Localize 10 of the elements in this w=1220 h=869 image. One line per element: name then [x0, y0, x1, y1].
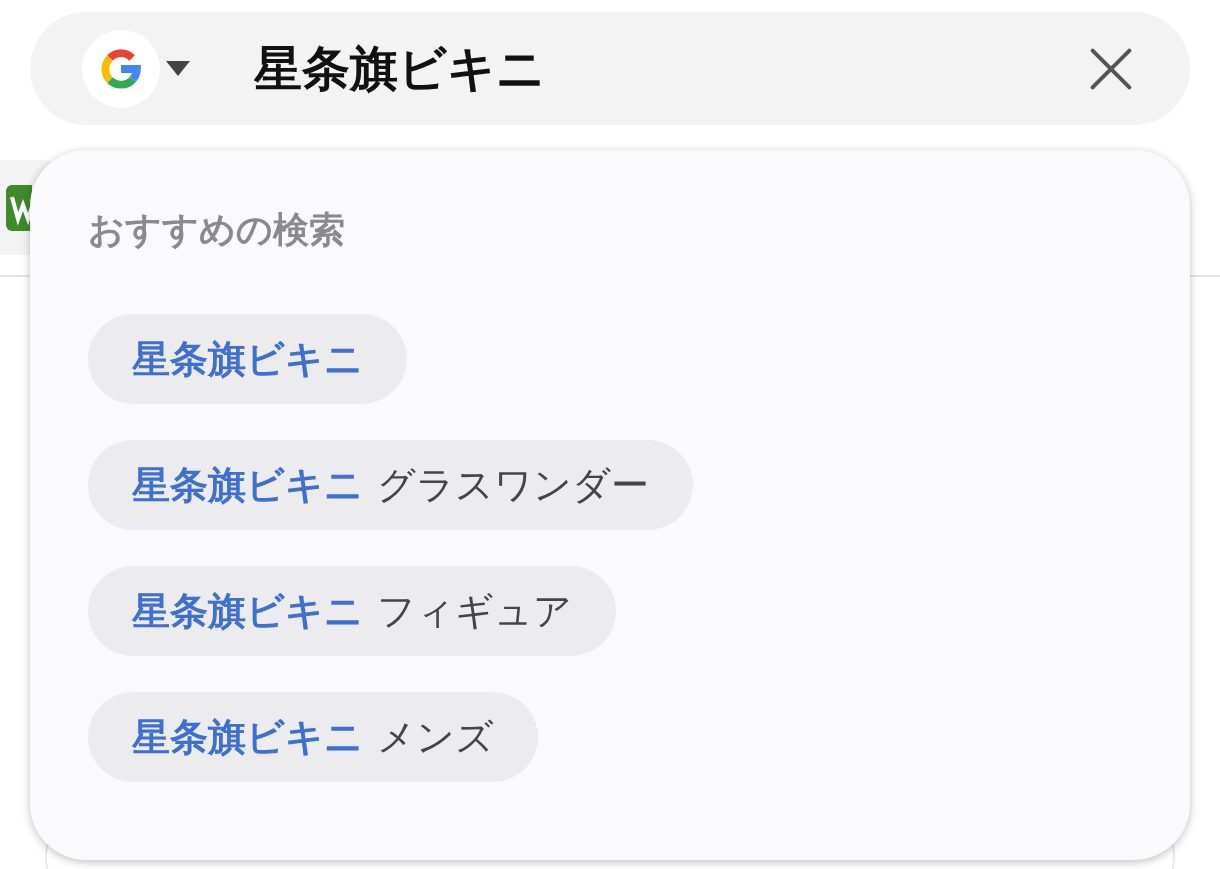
- suggestion-chip[interactable]: 星条旗ビキニ: [88, 314, 407, 404]
- close-button[interactable]: [1088, 45, 1134, 92]
- search-field[interactable]: 星条旗ビキニ: [254, 40, 1088, 97]
- suggestion-chip[interactable]: 星条旗ビキニ メンズ: [88, 692, 538, 782]
- search-bar[interactable]: 星条旗ビキニ: [30, 12, 1190, 125]
- search-engine-button[interactable]: [82, 29, 190, 108]
- panel-heading: おすすめの検索: [88, 208, 346, 252]
- suggestion-chip[interactable]: 星条旗ビキニ グラスワンダー: [88, 440, 693, 530]
- caret-icon: [166, 60, 190, 77]
- suggestion-chip[interactable]: 星条旗ビキニ フィギュア: [88, 566, 616, 656]
